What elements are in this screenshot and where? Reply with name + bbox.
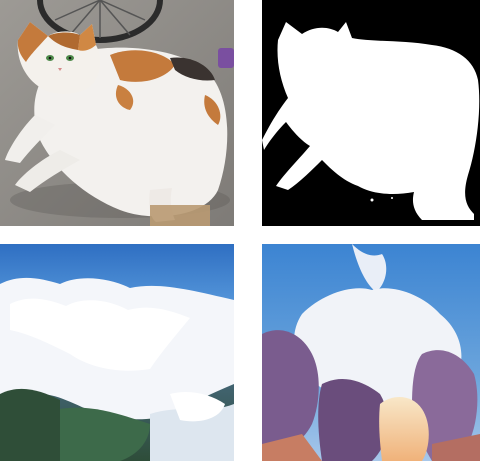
sunset-clouds-photo — [262, 244, 480, 461]
image-grid — [0, 0, 480, 461]
aerial-clouds-photo — [0, 244, 234, 461]
cat-segmentation-mask — [262, 0, 480, 226]
cat-photo — [0, 0, 234, 226]
